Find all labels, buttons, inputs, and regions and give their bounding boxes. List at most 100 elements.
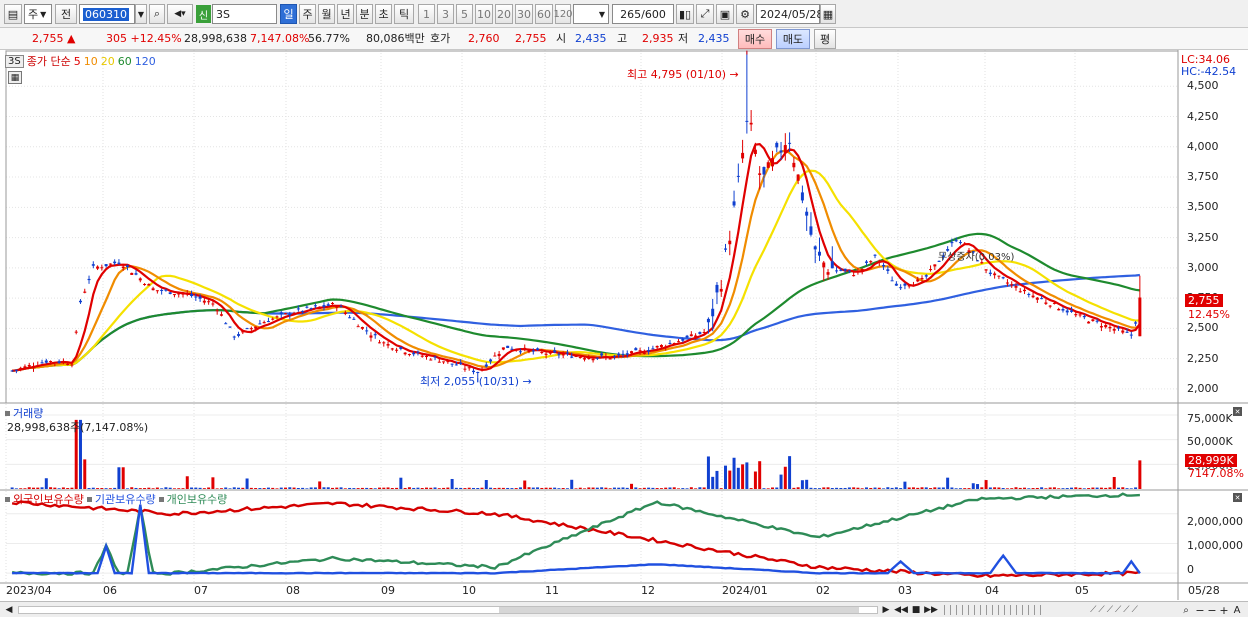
interval-3-button[interactable]: 3: [437, 4, 454, 24]
candle-body: [694, 335, 698, 338]
period-week-button[interactable]: 주: [299, 4, 316, 24]
code-tag[interactable]: 3S: [5, 54, 24, 68]
code-dropdown-icon[interactable]: ▼: [135, 4, 147, 24]
period-second-button[interactable]: 초: [375, 4, 392, 24]
candle-body: [228, 326, 232, 328]
volume-bar: [117, 467, 121, 489]
candle-body: [318, 306, 322, 308]
stock-code-input[interactable]: 060310: [79, 4, 135, 24]
volume-bar: [561, 488, 565, 489]
zoom-icon[interactable]: ⌕: [1180, 604, 1192, 616]
sell-button[interactable]: 매도: [776, 29, 810, 49]
candle-body: [608, 358, 612, 360]
window-menu-icon[interactable]: ▤: [4, 4, 22, 24]
interval-5-button[interactable]: 5: [456, 4, 473, 24]
price-tick-label: 4,500: [1187, 79, 1219, 93]
period-tick-button[interactable]: 틱: [394, 4, 414, 24]
candle-body: [249, 328, 253, 330]
rewind-icon[interactable]: ◀◀: [894, 604, 908, 616]
period-month-button[interactable]: 월: [318, 4, 335, 24]
speaker-icon[interactable]: ◀▾: [167, 4, 193, 24]
volume-bar: [40, 487, 44, 489]
candle-body: [143, 284, 147, 286]
zoom-out-icon[interactable]: −: [1194, 604, 1206, 617]
period-day-button[interactable]: 일: [280, 4, 297, 24]
volume-bar: [634, 487, 638, 489]
close-icon[interactable]: ✕: [1233, 493, 1242, 502]
save-icon[interactable]: ▣: [716, 4, 734, 24]
candle-body: [202, 300, 206, 303]
volume-bar: [168, 487, 172, 489]
data-count-field[interactable]: 265/600: [612, 4, 674, 24]
stock-name-field[interactable]: 3S: [212, 4, 277, 24]
candle-body: [1010, 284, 1014, 286]
period-minute-button[interactable]: 분: [356, 4, 373, 24]
volume-bar: [57, 488, 61, 489]
zoom-in-icon[interactable]: +: [1218, 604, 1230, 617]
candle-type-icon[interactable]: ▮▯: [676, 4, 694, 24]
volume-bar: [1005, 488, 1009, 489]
draw-tool-icon[interactable]: ⤢: [696, 4, 714, 24]
volume-bar: [745, 462, 749, 489]
buy-button[interactable]: 매수: [738, 29, 772, 49]
interval-30-button[interactable]: 30: [515, 4, 533, 24]
market-select[interactable]: 주 ▼: [24, 4, 52, 24]
candle-body: [339, 306, 343, 308]
candle-body: [356, 326, 360, 328]
candle-body: [1031, 295, 1035, 298]
close-icon[interactable]: ✕: [1233, 407, 1242, 416]
candle-body: [997, 275, 1001, 277]
volume-bar: [125, 488, 129, 489]
calendar-icon[interactable]: ▦: [820, 4, 836, 24]
candle-body: [61, 361, 65, 363]
grid-toggle-icon[interactable]: ▦: [8, 71, 22, 84]
volume-bar: [373, 488, 377, 489]
candle-body: [138, 278, 142, 281]
volume-bar: [143, 488, 147, 489]
volume-bar: [1138, 460, 1142, 489]
scroll-left-icon[interactable]: ◀: [3, 604, 15, 616]
volume-bar: [450, 478, 454, 489]
scroll-track[interactable]: [18, 606, 878, 614]
prev-button[interactable]: 전: [55, 4, 77, 24]
period-year-button[interactable]: 년: [337, 4, 354, 24]
volume-bar: [800, 480, 804, 489]
volume-bar: [480, 487, 484, 489]
volume-bar: [882, 488, 886, 489]
interval-60-button[interactable]: 60: [535, 4, 553, 24]
draw-tools-icon[interactable]: ⟋⟋⟋⟋⟋⟋: [1050, 604, 1180, 616]
search-icon[interactable]: ⌕: [149, 4, 165, 24]
interval-1-button[interactable]: 1: [418, 4, 435, 24]
gear-icon[interactable]: ⚙: [736, 4, 754, 24]
volume-bar: [91, 487, 95, 489]
stop-icon[interactable]: ■: [910, 604, 922, 616]
volume-bar: [1104, 487, 1108, 489]
scroll-right-icon[interactable]: ▶: [880, 604, 892, 616]
date-field[interactable]: 2024/05/28: [756, 4, 823, 24]
interval-10-button[interactable]: 10: [475, 4, 493, 24]
zoom-slider[interactable]: [944, 605, 1044, 615]
volume-bar: [219, 488, 223, 489]
candle-body: [480, 368, 484, 371]
scroll-thumb[interactable]: [499, 607, 859, 613]
volume-bar: [1074, 487, 1078, 489]
volume-bar: [771, 487, 774, 489]
vol-tick-50000: 50,000K: [1187, 435, 1233, 448]
open-price: 2,435: [575, 32, 607, 45]
interval-20-button[interactable]: 20: [495, 4, 513, 24]
volume-bar: [275, 488, 279, 489]
price-tick-label: 3,000: [1187, 260, 1219, 274]
candle-body: [864, 261, 868, 263]
candle-body: [830, 261, 834, 269]
text-tool-icon[interactable]: A: [1231, 604, 1243, 616]
interval-custom-select[interactable]: ▼: [573, 4, 609, 24]
interval-120-button[interactable]: 120: [553, 4, 573, 24]
volume-bar: [732, 457, 736, 489]
candle-body: [258, 323, 262, 325]
fast-forward-icon[interactable]: ▶▶: [924, 604, 938, 616]
volume-bar: [873, 487, 877, 489]
eval-button[interactable]: 평: [814, 29, 836, 49]
candle-body: [429, 359, 433, 361]
candle-body: [343, 312, 347, 314]
minus-icon[interactable]: −: [1206, 604, 1218, 617]
